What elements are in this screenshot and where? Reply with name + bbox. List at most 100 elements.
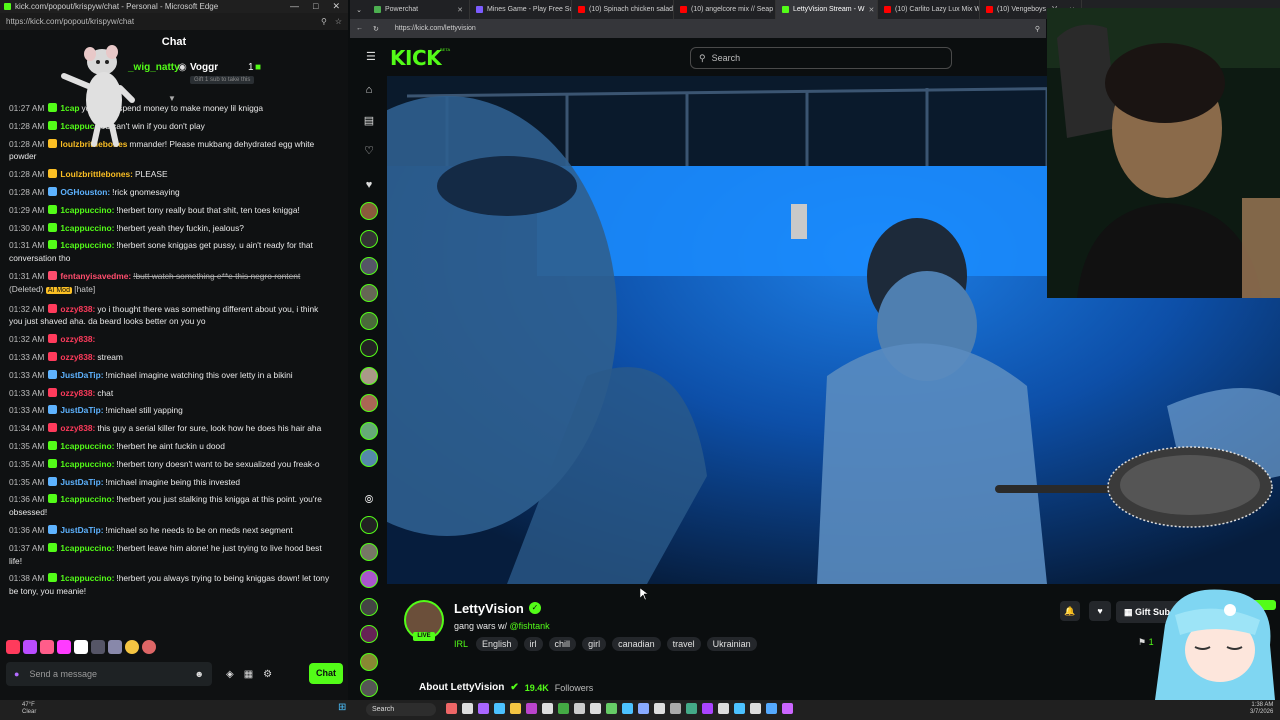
stream-title-mention[interactable]: @fishtank: [510, 621, 550, 631]
following-heart-icon[interactable]: ♥: [362, 179, 376, 191]
quick-emotes-icon[interactable]: ◈: [226, 669, 234, 680]
chat-message[interactable]: 01:36 AM 1cappuccino: !herbert you just st…: [0, 491, 348, 522]
message-username[interactable]: 1cappuccino:: [60, 441, 114, 451]
channel-avatar[interactable]: [360, 394, 378, 412]
taskbar-app-icon[interactable]: [718, 703, 729, 714]
chat-message[interactable]: 01:35 AM 1cappuccino: !herbert he aint fuc…: [0, 438, 348, 456]
channel-avatar[interactable]: [360, 679, 378, 697]
settings-gear-icon[interactable]: ⚙: [263, 669, 272, 680]
minimize-icon[interactable]: —: [290, 1, 299, 12]
chat-message[interactable]: 01:33 AM ozzy838: chat: [0, 385, 348, 403]
taskbar-app-icon[interactable]: [782, 703, 793, 714]
taskbar-app-icon[interactable]: [702, 703, 713, 714]
channel-avatar[interactable]: [360, 543, 378, 561]
taskbar-app-icon[interactable]: [510, 703, 521, 714]
chat-input-field[interactable]: ● Send a message ☻: [6, 662, 212, 686]
chat-message[interactable]: 01:35 AM JustDaTip: !michael imagine being…: [0, 474, 348, 492]
home-icon[interactable]: ⌂: [362, 84, 376, 96]
channel-avatar[interactable]: [360, 598, 378, 616]
browser-tab[interactable]: (10) Carlito Lazy Lux Mix W✕: [878, 0, 980, 19]
taskbar-app-icon[interactable]: [734, 703, 745, 714]
zoom-icon[interactable]: ⚲: [1035, 25, 1040, 33]
chat-message[interactable]: 01:30 AM 1cappuccino: !herbert yeah they f…: [0, 220, 348, 238]
browser-tab[interactable]: (10) angelcore mix // Seap✕: [674, 0, 776, 19]
channel-avatar[interactable]: [360, 367, 378, 385]
tag-pill[interactable]: canadian: [612, 637, 661, 651]
taskbar-app-icon[interactable]: [686, 703, 697, 714]
chat-message-list[interactable]: 01:27 AM 1cap you gotta spend money to mak…: [0, 100, 348, 640]
taskbar-app-icon[interactable]: [750, 703, 761, 714]
chat-message[interactable]: 01:28 AMloulzbrittlebonesmmander! Please…: [0, 136, 348, 167]
taskbar-app-icon[interactable]: [526, 703, 537, 714]
message-username[interactable]: JustDaTip:: [60, 477, 103, 487]
tag-pill[interactable]: girl: [582, 637, 607, 651]
message-username[interactable]: fentanyisavedme:: [60, 271, 131, 281]
chat-message[interactable]: 01:34 AM ozzy838: this guy a serial killer…: [0, 420, 348, 438]
chat-message[interactable]: 01:38 AM 1cappuccino: !herbert you always …: [0, 570, 348, 601]
channel-avatar[interactable]: [360, 230, 378, 248]
chat-message[interactable]: 01:33 AM JustDaTip: !michael still yapping: [0, 402, 348, 420]
browser-tab[interactable]: LettyVision Stream - W ✕: [776, 0, 878, 19]
channel-avatar[interactable]: [360, 422, 378, 440]
channel-name[interactable]: LettyVision: [454, 601, 524, 616]
channel-avatar[interactable]: [360, 339, 378, 357]
chat-message[interactable]: 01:33 AM JustDaTip: !michael imagine watch…: [0, 367, 348, 385]
message-username[interactable]: 1cappuccino:: [60, 223, 114, 233]
taskbar-app-icon[interactable]: [478, 703, 489, 714]
message-username[interactable]: ozzy838:: [60, 423, 95, 433]
taskbar-app-icon[interactable]: [462, 703, 473, 714]
emote-icon[interactable]: [23, 640, 37, 654]
follow-heart-icon[interactable]: ♥: [1089, 601, 1111, 621]
chat-message[interactable]: 01:31 AM 1cappuccino: !herbert sone knigga…: [0, 237, 348, 268]
windows-start-icon[interactable]: ⊞: [338, 703, 348, 713]
message-username[interactable]: 1cappuccino:: [60, 573, 114, 583]
emote-icon[interactable]: [142, 640, 156, 654]
live-channels-icon[interactable]: ⦾: [362, 494, 376, 507]
taskbar-app-icon[interactable]: [766, 703, 777, 714]
message-username[interactable]: JustDaTip:: [60, 405, 103, 415]
popout-address-bar[interactable]: https://kick.com/popout/krispyw/chat ⚲ ☆: [0, 13, 348, 30]
back-icon[interactable]: ←: [356, 25, 363, 32]
taskbar-app-icon[interactable]: [494, 703, 505, 714]
taskbar-clock[interactable]: 1:38 AM 3/7/2026: [1250, 702, 1273, 716]
gift-sub-chat-icon[interactable]: ▦: [244, 669, 253, 680]
refresh-icon[interactable]: ↻: [373, 25, 379, 33]
channel-avatar[interactable]: [360, 202, 378, 220]
taskbar-app-icon[interactable]: [542, 703, 553, 714]
taskbar-app-icon[interactable]: [670, 703, 681, 714]
chat-message[interactable]: 01:32 AM ozzy838: yo i thought there was s…: [0, 301, 348, 332]
emote-icon[interactable]: [125, 640, 139, 654]
tag-pill[interactable]: chill: [548, 637, 577, 651]
notification-bell-icon[interactable]: 🔔: [1060, 601, 1080, 621]
message-username[interactable]: JustDaTip:: [60, 525, 103, 535]
taskbar-app-icon[interactable]: [654, 703, 665, 714]
channel-avatar[interactable]: [360, 257, 378, 275]
channel-avatar[interactable]: [360, 449, 378, 467]
message-username[interactable]: 1cappuccino:: [60, 494, 114, 504]
browser-address-bar[interactable]: ← ↻ https://kick.com/lettyvision ⚲: [350, 19, 1046, 38]
microphone-icon[interactable]: ●: [14, 669, 19, 679]
star-icon[interactable]: ☆: [335, 17, 342, 26]
emote-icon[interactable]: [40, 640, 54, 654]
chat-message[interactable]: 01:33 AM ozzy838: stream: [0, 349, 348, 367]
channel-avatar[interactable]: [360, 284, 378, 302]
message-username[interactable]: 1cappuccino:: [60, 205, 114, 215]
chat-message[interactable]: 01:37 AM 1cappuccino: !herbert leave him a…: [0, 540, 348, 571]
channel-avatar[interactable]: [360, 653, 378, 671]
browser-tab[interactable]: Powerchat ✕: [368, 0, 470, 19]
taskbar-app-icon[interactable]: [606, 703, 617, 714]
tag-pill[interactable]: English: [476, 637, 518, 651]
emote-icon[interactable]: [108, 640, 122, 654]
chat-message[interactable]: 01:28 AM Loulzbrittlebones: PLEASE: [0, 166, 348, 184]
tag-pill[interactable]: Ukrainian: [706, 637, 757, 651]
message-username[interactable]: ozzy838:: [60, 352, 95, 362]
message-username[interactable]: 1cappuccino:: [60, 459, 114, 469]
chat-message[interactable]: 01:32 AM ozzy838:: [0, 331, 348, 349]
tag-pill[interactable]: travel: [666, 637, 701, 651]
emote-icon[interactable]: [91, 640, 105, 654]
kick-logo[interactable]: KICK: [390, 46, 442, 70]
maximize-icon[interactable]: □: [313, 1, 318, 12]
chat-input-placeholder[interactable]: Send a message: [29, 669, 97, 679]
emote-icon[interactable]: [57, 640, 71, 654]
emote-icon[interactable]: [6, 640, 20, 654]
